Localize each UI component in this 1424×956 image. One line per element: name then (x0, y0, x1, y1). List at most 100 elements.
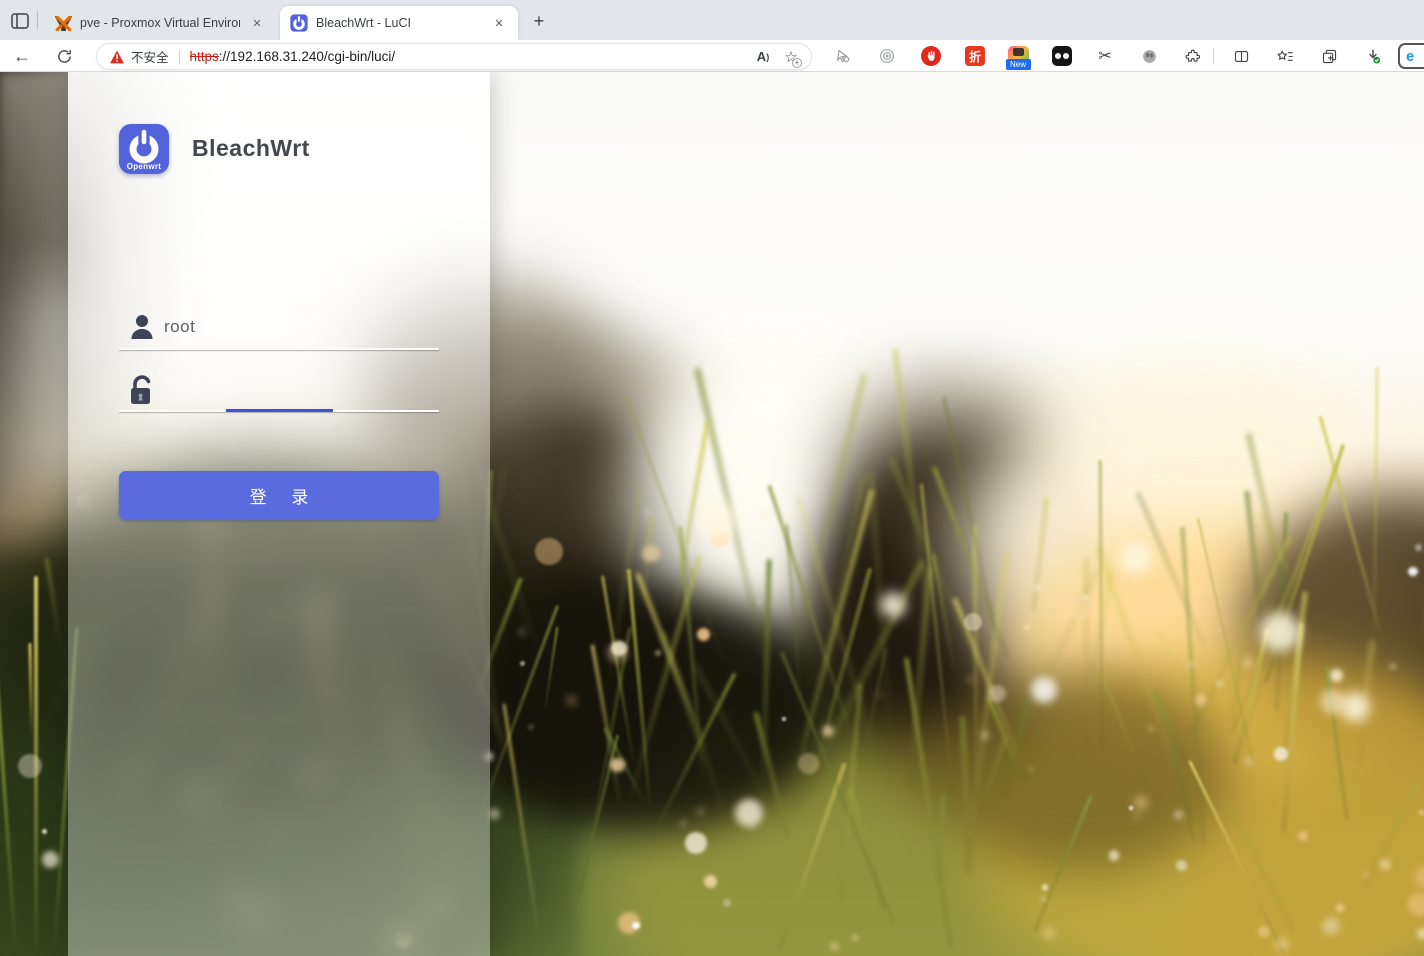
scene-decoration (654, 649, 661, 656)
scene-decoration (611, 640, 627, 657)
stop-hand-extension-icon[interactable] (918, 43, 944, 69)
zhe-discount-extension-icon[interactable]: 折 (962, 43, 988, 69)
scene-decoration (734, 798, 763, 827)
scene-decoration (1035, 584, 1041, 591)
scene-decoration (1336, 903, 1345, 912)
scene-decoration (963, 612, 983, 632)
scene-decoration (1298, 831, 1309, 841)
tab-bar: pve - Proxmox Virtual Environme ✕ Bleach… (0, 0, 1424, 40)
browser-essentials-icon[interactable]: e (1398, 43, 1424, 69)
scene-decoration (756, 599, 761, 604)
scene-decoration (1340, 692, 1370, 722)
target-extension-icon[interactable] (874, 43, 900, 69)
web-capture-icon[interactable]: ✂ (1092, 43, 1118, 69)
shopping-new-extension-icon[interactable]: New (1005, 43, 1031, 70)
scene-decoration (1173, 809, 1183, 819)
scene-decoration (1041, 884, 1049, 891)
back-button[interactable]: ← (8, 42, 36, 70)
scene-decoration (797, 753, 819, 775)
scene-decoration (781, 717, 786, 722)
security-warning-icon (110, 50, 124, 63)
scene-decoration (1024, 624, 1030, 631)
scene-decoration (829, 941, 840, 951)
password-focus-indicator (226, 409, 333, 412)
scene-decoration (1390, 663, 1396, 670)
browser-window: pve - Proxmox Virtual Environme ✕ Bleach… (0, 0, 1424, 956)
scene-decoration (1187, 661, 1195, 668)
user-icon (131, 315, 153, 339)
scene-decoration (1134, 813, 1140, 818)
tab-actions-menu-icon[interactable] (8, 10, 32, 32)
scene-decoration (1028, 767, 1034, 772)
scene-decoration (1030, 677, 1057, 704)
lock-icon (131, 375, 151, 404)
scene-decoration (1418, 809, 1424, 816)
browser-toolbar: ← 不安全 https://192.168.31.240/cgi-bin/luc… (0, 40, 1424, 72)
scene-decoration (967, 676, 973, 682)
openwrt-favicon-icon (290, 14, 308, 32)
openwrt-logo-label: Openwrt (126, 162, 162, 171)
address-bar[interactable]: 不安全 https://192.168.31.240/cgi-bin/luci/… (96, 43, 812, 70)
page-viewport: Openwrt BleachWrt 登 录 (0, 72, 1424, 956)
tab-proxmox[interactable]: pve - Proxmox Virtual Environme ✕ (44, 6, 276, 40)
tabbar-separator (37, 11, 38, 29)
tab-title: BleachWrt - LuCI (316, 16, 411, 30)
split-screen-icon[interactable] (1228, 43, 1254, 69)
scene-decoration (642, 544, 660, 562)
url-rest: ://192.168.31.240/cgi-bin/luci/ (218, 49, 396, 64)
scene-decoration (1417, 927, 1424, 939)
scene-decoration (1109, 850, 1120, 861)
toolbar-separator (1213, 48, 1214, 64)
scene-decoration (988, 684, 1006, 703)
username-input[interactable] (164, 313, 394, 341)
scene-decoration (1134, 795, 1148, 810)
scene-decoration (1408, 566, 1418, 577)
url-text[interactable]: https://192.168.31.240/cgi-bin/luci/ (190, 49, 751, 64)
password-input[interactable] (164, 375, 394, 403)
scene-decoration (1120, 542, 1152, 574)
favorites-list-icon[interactable] (1272, 43, 1298, 69)
scene-decoration (1194, 694, 1207, 706)
dark-dots-extension-icon[interactable] (1049, 43, 1075, 69)
scene-decoration (685, 832, 708, 854)
collections-add-icon[interactable] (1316, 43, 1342, 69)
proxmox-favicon-icon (54, 14, 72, 32)
scene-decoration (1216, 680, 1222, 686)
scene-decoration (1330, 668, 1343, 682)
scene-decoration (1040, 896, 1046, 902)
scene-decoration (880, 592, 906, 618)
scene-decoration (1175, 860, 1187, 872)
downloads-icon[interactable] (1360, 43, 1386, 69)
refresh-button[interactable] (50, 42, 78, 70)
scene-decoration (519, 629, 524, 634)
address-separator (178, 49, 180, 64)
tab-title: pve - Proxmox Virtual Environme (80, 16, 240, 30)
tab-bleachwrt[interactable]: BleachWrt - LuCI ✕ (280, 6, 518, 40)
scene-decoration (631, 921, 640, 930)
url-scheme-struck: https (189, 49, 219, 64)
scene-decoration (17, 753, 42, 778)
openwrt-logo: Openwrt (119, 124, 169, 174)
scene-decoration (535, 537, 563, 566)
scene-decoration (1260, 612, 1300, 652)
read-aloud-icon[interactable]: A) (751, 45, 775, 69)
scene-decoration (1148, 725, 1153, 731)
scene-decoration (877, 691, 882, 696)
username-underline (119, 348, 439, 350)
pointer-extension-icon[interactable] (830, 43, 856, 69)
login-panel: Openwrt BleachWrt 登 录 (68, 72, 490, 956)
close-tab-icon[interactable]: ✕ (490, 14, 508, 32)
scene-decoration (610, 757, 625, 773)
extensions-puzzle-icon[interactable] (1180, 43, 1206, 69)
scene-decoration (644, 510, 650, 515)
scene-decoration (42, 829, 47, 834)
security-warning-label[interactable]: 不安全 (131, 47, 169, 66)
new-tab-button[interactable]: + (527, 9, 551, 33)
scene-decoration (700, 502, 736, 538)
login-button[interactable]: 登 录 (119, 471, 439, 520)
add-favorite-icon[interactable]: ☆ + (779, 45, 803, 69)
close-tab-icon[interactable]: ✕ (248, 14, 266, 32)
globe-extension-icon[interactable] (1136, 43, 1162, 69)
scene-decoration (980, 730, 990, 740)
scene-decoration (697, 809, 703, 815)
